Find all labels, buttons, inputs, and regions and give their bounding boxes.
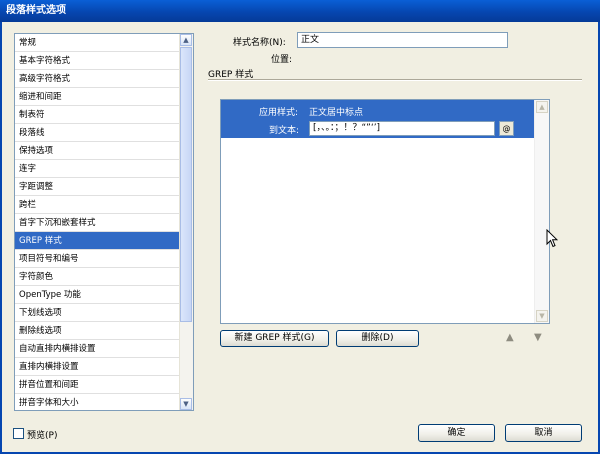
category-item[interactable]: 首字下沉和嵌套样式 (15, 214, 181, 232)
move-down-arrow-icon[interactable]: ▼ (534, 332, 542, 343)
apply-style-label: 应用样式: (259, 108, 299, 118)
preview-label[interactable]: 预览(P) (27, 428, 57, 441)
category-item[interactable]: 自动直排内横排设置 (15, 340, 181, 358)
to-text-label: 到文本: (269, 126, 300, 136)
grep-scroll-down-button[interactable]: ▼ (536, 310, 548, 322)
grep-scroll-up-button[interactable]: ▲ (536, 101, 548, 113)
category-item[interactable]: 缩进和间距 (15, 88, 181, 106)
category-item[interactable]: 直排内横排设置 (15, 358, 181, 376)
move-up-arrow-icon[interactable]: ▲ (506, 332, 514, 343)
category-item[interactable]: 连字 (15, 160, 181, 178)
category-item[interactable]: GREP 样式 (15, 232, 181, 250)
grep-style-row[interactable]: 应用样式: 正文居中标点 到文本: [，、。：；！？“”‘’] @ (221, 100, 537, 138)
style-name-input[interactable]: 正文 (297, 32, 508, 48)
category-item[interactable]: 跨栏 (15, 196, 181, 214)
title-bar: 段落样式选项 (0, 0, 600, 22)
scroll-thumb[interactable] (180, 47, 192, 322)
location-label: 位置: (271, 55, 293, 65)
category-item[interactable]: 字符颜色 (15, 268, 181, 286)
category-item[interactable]: 删除线选项 (15, 322, 181, 340)
ok-button[interactable]: 确定 (418, 424, 495, 442)
delete-button[interactable]: 删除(D) (336, 330, 419, 347)
mouse-cursor-icon (546, 229, 558, 248)
category-item[interactable]: 保持选项 (15, 142, 181, 160)
category-item[interactable]: 制表符 (15, 106, 181, 124)
category-item[interactable]: 下划线选项 (15, 304, 181, 322)
category-list[interactable]: 常规 基本字符格式 高级字符格式 缩进和间距 制表符 段落线 保持选项 连字 字距调整 跨栏 首字下… (14, 33, 194, 411)
special-characters-button[interactable]: @ (499, 121, 514, 136)
grep-style-list[interactable]: 应用样式: 正文居中标点 到文本: [，、。：；！？“”‘’] @ ▲ ▼ (220, 99, 550, 324)
category-item[interactable]: 段落线 (15, 124, 181, 142)
apply-style-value[interactable]: 正文居中标点 (309, 105, 363, 118)
grep-list-scrollbar[interactable]: ▲ ▼ (534, 100, 549, 323)
style-name-label: 样式名称(N): (233, 38, 286, 48)
category-item[interactable]: 字距调整 (15, 178, 181, 196)
to-text-input[interactable]: [，、。：；！？“”‘’] (309, 121, 495, 136)
category-scrollbar[interactable]: ▲ ▼ (179, 34, 193, 410)
new-grep-style-button[interactable]: 新建 GREP 样式(G) (220, 330, 329, 347)
preview-checkbox[interactable] (13, 428, 24, 439)
category-item[interactable]: OpenType 功能 (15, 286, 181, 304)
category-item[interactable]: 拼音字体和大小 (15, 394, 181, 410)
scroll-up-button[interactable]: ▲ (180, 34, 192, 46)
category-item[interactable]: 常规 (15, 34, 181, 52)
category-item[interactable]: 拼音位置和间距 (15, 376, 181, 394)
category-item[interactable]: 高级字符格式 (15, 70, 181, 88)
window-title: 段落样式选项 (6, 5, 66, 16)
section-divider (208, 79, 582, 81)
cancel-button[interactable]: 取消 (505, 424, 582, 442)
scroll-down-button[interactable]: ▼ (180, 398, 192, 410)
category-item[interactable]: 基本字符格式 (15, 52, 181, 70)
category-item[interactable]: 项目符号和编号 (15, 250, 181, 268)
